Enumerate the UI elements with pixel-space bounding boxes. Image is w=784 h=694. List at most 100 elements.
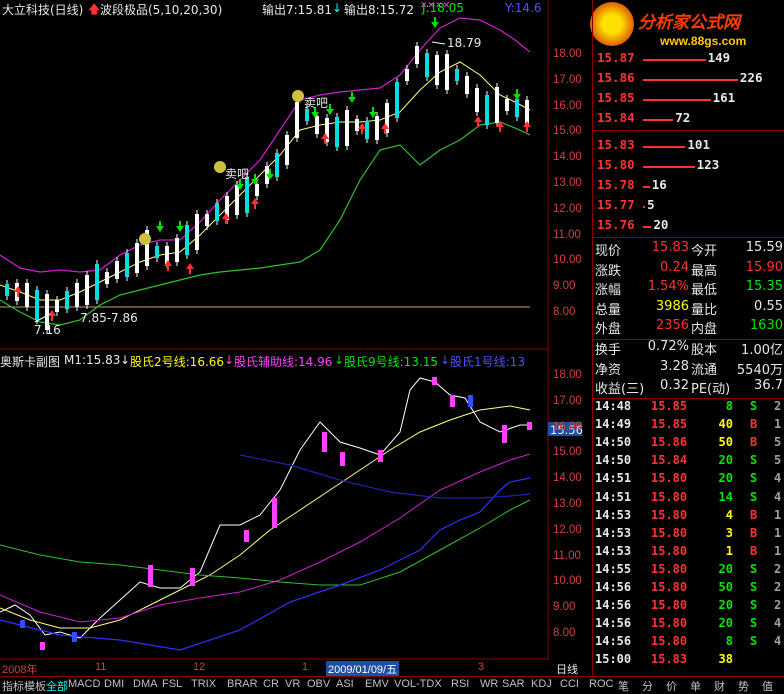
ask-row: 15.87 149 — [593, 50, 784, 70]
y-tick: 11.00 — [553, 228, 581, 241]
trade-row: 14:56 15.80 8 S 4 — [593, 634, 784, 654]
x-tick: 3 — [478, 661, 485, 673]
green-line — [0, 499, 531, 586]
quote-row: 外盘 2356 内盘 1630 — [593, 318, 784, 338]
tab-0[interactable]: 指标 — [2, 678, 24, 694]
trade-price: 15.80 — [651, 507, 688, 522]
quote-label: 总量 — [595, 302, 622, 318]
y-tick: 18.00 — [553, 48, 582, 60]
low-label: 7.16 — [34, 323, 61, 337]
trade-volume: 4 — [725, 507, 733, 522]
tab-24[interactable]: 单 — [690, 678, 701, 694]
trade-price: 15.85 — [651, 399, 688, 413]
candle — [485, 95, 489, 125]
candle — [185, 225, 189, 255]
candle — [115, 261, 119, 279]
ask-volume-bar — [643, 59, 706, 61]
tab-20[interactable]: ROC — [589, 678, 613, 690]
yellow-line — [0, 405, 531, 629]
line9-value: 股氏9号线:13.15 — [344, 355, 439, 369]
tab-5[interactable]: DMA — [133, 678, 157, 690]
sub-bar — [40, 642, 45, 650]
down-arrow-icon: ↓ — [334, 353, 345, 367]
stat-value: 36.7 — [754, 378, 783, 393]
tab-8[interactable]: BRAR — [227, 678, 258, 690]
y-tick: 15.00 — [553, 125, 582, 138]
quote-label: 量比 — [691, 302, 718, 318]
tab-4[interactable]: DMI — [104, 678, 124, 690]
bid-price: 15.77 — [597, 197, 635, 212]
y-tick: 13.00 — [553, 177, 582, 189]
tab-23[interactable]: 价 — [666, 678, 677, 694]
tab-18[interactable]: KDJ — [531, 678, 552, 690]
candle — [365, 121, 369, 139]
tab-16[interactable]: WR — [480, 678, 498, 690]
quote-label: 涨幅 — [595, 283, 622, 298]
tab-14[interactable]: VOL-TDX — [394, 678, 442, 690]
tab-17[interactable]: SAR — [502, 678, 525, 690]
trade-row: 14:53 15.80 3 B 1 — [593, 526, 784, 546]
tab-27[interactable]: 值 — [762, 678, 773, 694]
trade-volume: 20 — [718, 616, 733, 631]
sub-title: 奥斯卡副图 — [0, 355, 61, 369]
tab-6[interactable]: FSL — [162, 678, 182, 690]
candle — [235, 185, 239, 215]
bid-volume: 20 — [653, 217, 669, 232]
tab-2[interactable]: 全部 — [46, 678, 68, 694]
bid-volume-bar — [643, 186, 650, 188]
candle — [345, 110, 349, 146]
stat-value: 1.00亿 — [741, 343, 783, 358]
tab-10[interactable]: VR — [285, 678, 300, 690]
trade-row: 14:56 15.80 50 S 2 — [593, 580, 784, 600]
blue-line — [0, 477, 531, 651]
trade-price: 15.85 — [651, 417, 688, 432]
tab-13[interactable]: EMV — [365, 678, 389, 690]
bid-row: 15.76 20 — [593, 217, 784, 237]
tab-25[interactable]: 财 — [714, 678, 725, 694]
candle — [125, 253, 129, 277]
candle — [95, 264, 99, 300]
sub-bar — [432, 377, 437, 385]
output7-value: 输出7:15.81 — [262, 3, 333, 17]
tab-7[interactable]: TRIX — [191, 678, 216, 690]
bid-volume: 123 — [696, 157, 720, 172]
quote-label: 内盘 — [691, 322, 718, 337]
ask-row: 15.85 161 — [593, 90, 784, 110]
tab-12[interactable]: ASI — [336, 678, 354, 690]
period-label[interactable]: 日线 — [556, 661, 578, 677]
sub-bar — [72, 632, 77, 642]
tab-19[interactable]: CCI — [560, 678, 579, 690]
bid-row: 15.77 5 — [593, 197, 784, 217]
main-price-chart[interactable] — [0, 0, 592, 350]
quote-value: 0.55 — [754, 298, 783, 314]
stat-label: 换手 — [595, 343, 622, 358]
tab-21[interactable]: 笔 — [618, 678, 629, 694]
candle — [375, 116, 379, 140]
quote-row: 涨幅 1.54% 最低 15.35 — [593, 279, 784, 299]
tab-15[interactable]: RSI — [451, 678, 469, 690]
quote-label: 最低 — [691, 283, 718, 298]
candle — [205, 214, 209, 226]
tab-9[interactable]: CR — [263, 678, 279, 690]
tab-22[interactable]: 分 — [642, 678, 653, 694]
trade-time: 14:49 — [595, 417, 632, 432]
sub-indicator-chart[interactable] — [0, 350, 592, 660]
trade-row: 14:55 15.80 20 S 2 — [593, 562, 784, 582]
sub-bar — [340, 452, 345, 466]
trade-volume: 38 — [718, 652, 733, 667]
sub-bar — [20, 620, 25, 628]
candle — [455, 69, 459, 81]
candle — [255, 184, 259, 196]
quote-label: 今开 — [691, 244, 718, 259]
tab-3[interactable]: MACD — [68, 678, 100, 690]
indicator-tab-bar: 指标 模板 全部 MACD DMI DMA FSL TRIX BRAR CR VR OBV ASI EMV… — [0, 676, 784, 694]
candle — [405, 69, 409, 81]
bid-row: 15.83 101 — [593, 137, 784, 157]
ask-row: 15.84 72 — [593, 110, 784, 130]
tab-1[interactable]: 模板 — [24, 678, 46, 694]
candle — [495, 87, 499, 123]
trade-side: S — [750, 616, 758, 631]
bid-price: 15.76 — [597, 217, 635, 232]
tab-26[interactable]: 势 — [738, 678, 749, 694]
tab-11[interactable]: OBV — [307, 678, 330, 690]
